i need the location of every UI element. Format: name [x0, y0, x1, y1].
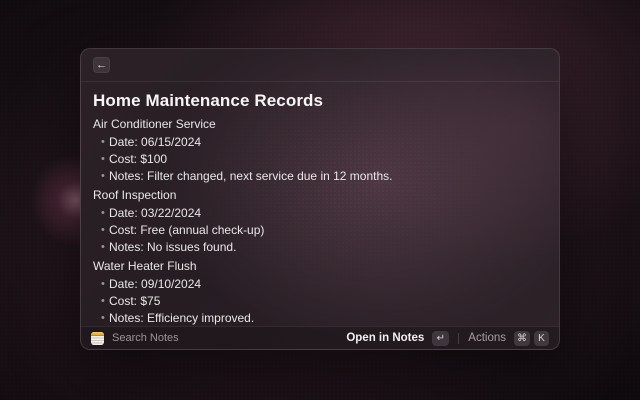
- list-item-text: Notes: No issues found.: [109, 239, 236, 256]
- note-title: Home Maintenance Records: [93, 90, 547, 112]
- open-in-notes-button[interactable]: Open in Notes ↵: [346, 331, 449, 346]
- return-key-icon: ↵: [432, 331, 449, 346]
- footer-actions: Open in Notes ↵ Actions ⌘ K: [346, 331, 549, 346]
- section-heading: Water Heater Flush: [93, 258, 547, 274]
- list-item: •Cost: Free (annual check-up): [101, 222, 547, 239]
- list-item: •Date: 06/15/2024: [101, 134, 547, 151]
- notes-app-icon: [91, 332, 104, 345]
- list-item: •Notes: Efficiency improved.: [101, 310, 547, 326]
- command-label: Search Notes: [112, 332, 179, 344]
- list-item-text: Cost: $75: [109, 293, 160, 310]
- bullet-icon: •: [101, 293, 109, 310]
- open-in-notes-label: Open in Notes: [346, 332, 424, 344]
- list-item-text: Notes: Efficiency improved.: [109, 310, 254, 326]
- bullet-icon: •: [101, 310, 109, 326]
- list-item-text: Notes: Filter changed, next service due …: [109, 168, 392, 185]
- section-heading: Roof Inspection: [93, 187, 547, 203]
- back-arrow-icon: ←: [96, 58, 107, 72]
- footer-divider: [458, 333, 459, 344]
- bullet-icon: •: [101, 239, 109, 256]
- note-body: Home Maintenance Records Air Conditioner…: [93, 90, 547, 326]
- bullet-icon: •: [101, 276, 109, 293]
- list-item-text: Date: 03/22/2024: [109, 205, 201, 222]
- section-list: •Date: 06/15/2024 •Cost: $100 •Notes: Fi…: [93, 134, 547, 185]
- section-heading: Air Conditioner Service: [93, 116, 547, 132]
- footer-action-bar: Search Notes Open in Notes ↵ Actions ⌘ K: [81, 326, 559, 349]
- list-item: •Cost: $75: [101, 293, 547, 310]
- bullet-icon: •: [101, 134, 109, 151]
- list-item: •Date: 09/10/2024: [101, 276, 547, 293]
- list-item: •Notes: No issues found.: [101, 239, 547, 256]
- actions-label: Actions: [468, 332, 506, 344]
- notes-icon-paper-lines: [91, 336, 104, 345]
- bullet-icon: •: [101, 151, 109, 168]
- raycast-note-window: ← Home Maintenance Records Air Condition…: [80, 48, 560, 350]
- section-list: •Date: 03/22/2024 •Cost: Free (annual ch…: [93, 205, 547, 256]
- list-item-text: Cost: $100: [109, 151, 167, 168]
- back-button[interactable]: ←: [93, 57, 110, 73]
- actions-button[interactable]: Actions ⌘ K: [468, 331, 549, 346]
- list-item-text: Cost: Free (annual check-up): [109, 222, 264, 239]
- window-header: ←: [81, 49, 559, 82]
- note-content-area[interactable]: Home Maintenance Records Air Conditioner…: [81, 82, 559, 326]
- bullet-icon: •: [101, 222, 109, 239]
- command-key-icon: ⌘: [514, 331, 530, 346]
- list-item-text: Date: 06/15/2024: [109, 134, 201, 151]
- list-item: •Cost: $100: [101, 151, 547, 168]
- list-item: •Notes: Filter changed, next service due…: [101, 168, 547, 185]
- k-key-icon: K: [534, 331, 549, 346]
- list-item: •Date: 03/22/2024: [101, 205, 547, 222]
- bullet-icon: •: [101, 168, 109, 185]
- section-list: •Date: 09/10/2024 •Cost: $75 •Notes: Eff…: [93, 276, 547, 326]
- list-item-text: Date: 09/10/2024: [109, 276, 201, 293]
- bullet-icon: •: [101, 205, 109, 222]
